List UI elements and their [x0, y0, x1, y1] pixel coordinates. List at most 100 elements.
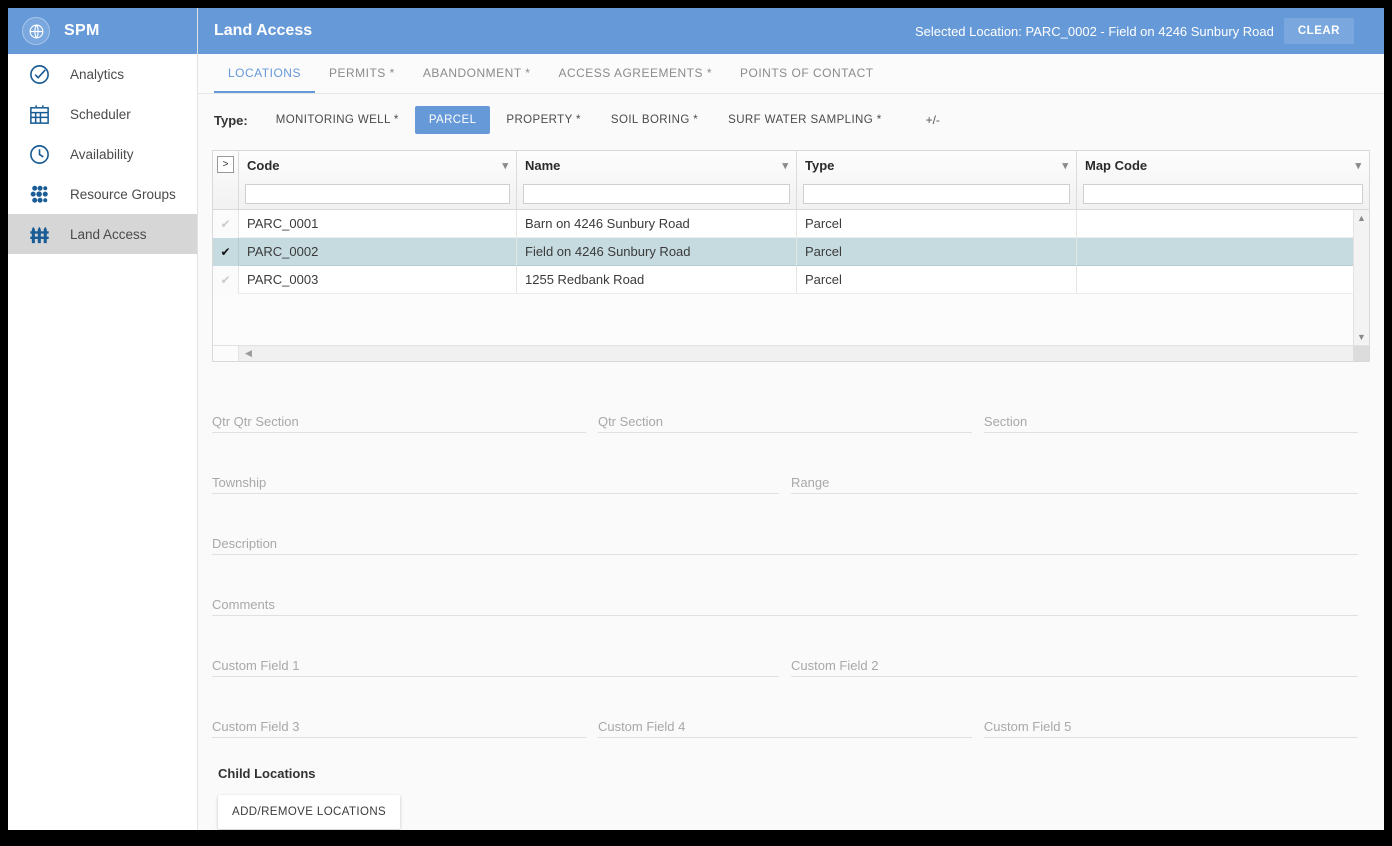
field-label: Qtr Qtr Section — [212, 414, 299, 429]
clear-button[interactable]: CLEAR — [1283, 18, 1354, 44]
filter-input-type[interactable] — [803, 184, 1070, 204]
field-range[interactable]: Range — [791, 451, 1370, 512]
grid-filter-cell — [239, 179, 516, 209]
grid-horizontal-scrollbar[interactable]: ◀ — [213, 345, 1369, 361]
brand-name: SPM — [64, 22, 100, 39]
grid-column-title[interactable]: Code ▾ — [239, 151, 516, 179]
tab-permits[interactable]: PERMITS * — [315, 54, 409, 93]
grid-vertical-scrollbar[interactable]: ▲ ▼ — [1353, 210, 1369, 345]
clock-icon — [26, 141, 52, 167]
scrollbar-corner-left — [213, 346, 239, 361]
cell-type: Parcel — [797, 266, 1077, 294]
page-header: Land Access Selected Location: PARC_0002… — [198, 8, 1384, 54]
tab-abandonment[interactable]: ABANDONMENT * — [409, 54, 545, 93]
cell-name: Field on 4246 Sunbury Road — [517, 238, 797, 266]
scroll-left-icon[interactable]: ◀ — [239, 348, 252, 359]
grid-column-title[interactable]: Type ▾ — [797, 151, 1076, 179]
form-row: Description — [212, 512, 1370, 573]
table-row[interactable]: ✔ PARC_0001 Barn on 4246 Sunbury Road Pa… — [213, 210, 1353, 238]
field-underline — [983, 737, 1358, 738]
field-underline — [212, 493, 779, 494]
chevron-down-icon[interactable]: ▾ — [502, 159, 508, 172]
field-custom-field-5[interactable]: Custom Field 5 — [983, 695, 1370, 756]
table-row[interactable]: ✔ PARC_0002 Field on 4246 Sunbury Road P… — [213, 238, 1353, 266]
type-button-parcel[interactable]: PARCEL — [414, 106, 491, 134]
form-row: Custom Field 3 Custom Field 4 Custom Fie… — [212, 695, 1370, 756]
field-custom-field-1[interactable]: Custom Field 1 — [212, 634, 791, 695]
main-content: Land Access Selected Location: PARC_0002… — [198, 8, 1384, 830]
sidebar-item-resource-groups[interactable]: Resource Groups — [8, 174, 197, 214]
sidebar-item-label: Resource Groups — [70, 186, 176, 202]
field-underline — [212, 432, 586, 433]
field-label: Comments — [212, 597, 275, 612]
grid-column-title[interactable]: Map Code ▾ — [1077, 151, 1369, 179]
field-custom-field-4[interactable]: Custom Field 4 — [597, 695, 984, 756]
sidebar-item-scheduler[interactable]: Scheduler — [8, 94, 197, 134]
cell-type: Parcel — [797, 238, 1077, 266]
scroll-up-icon[interactable]: ▲ — [1357, 213, 1366, 223]
cell-code: PARC_0001 — [239, 210, 517, 238]
field-label: Qtr Section — [597, 414, 663, 429]
filter-input-name[interactable] — [523, 184, 790, 204]
field-qtr-section[interactable]: Qtr Section — [597, 390, 984, 451]
expand-all-button[interactable]: > — [217, 156, 234, 173]
field-label: Custom Field 3 — [212, 719, 300, 734]
form-row: Comments — [212, 573, 1370, 634]
form-row: Township Range — [212, 451, 1370, 512]
tab-access-agreements[interactable]: ACCESS AGREEMENTS * — [544, 54, 726, 93]
row-select-checkmark[interactable]: ✔ — [213, 210, 239, 238]
field-section[interactable]: Section — [983, 390, 1370, 451]
cell-code: PARC_0002 — [239, 238, 517, 266]
cell-name: 1255 Redbank Road — [517, 266, 797, 294]
grid-column-label: Code — [247, 157, 280, 173]
sidebar-item-availability[interactable]: Availability — [8, 134, 197, 174]
row-select-checkmark[interactable]: ✔ — [213, 266, 239, 294]
sidebar-item-analytics[interactable]: Analytics — [8, 54, 197, 94]
add-remove-locations-button[interactable]: ADD/REMOVE LOCATIONS — [218, 795, 401, 829]
type-button-monitoring-well[interactable]: MONITORING WELL * — [262, 106, 413, 134]
sidebar-item-label: Analytics — [70, 66, 125, 82]
brand-header: SPM — [8, 8, 197, 54]
type-button-surf-water-sampling[interactable]: SURF WATER SAMPLING * — [714, 106, 895, 134]
add-remove-types-icon[interactable]: +/- — [926, 113, 940, 127]
grid-column-name: Name ▾ — [517, 151, 797, 209]
grid-header-row: > Code ▾ Name ▾ Type ▾ Map Code ▾ — [213, 151, 1369, 210]
filter-input-map-code[interactable] — [1083, 184, 1363, 204]
location-details-form: Qtr Qtr Section Qtr Section Section Town… — [198, 362, 1384, 830]
header-right-group: Selected Location: PARC_0002 - Field on … — [915, 18, 1370, 44]
filter-input-code[interactable] — [245, 184, 510, 204]
table-row[interactable]: ✔ PARC_0003 1255 Redbank Road Parcel — [213, 266, 1353, 294]
chevron-down-icon[interactable]: ▾ — [1062, 159, 1068, 172]
sidebar-item-land-access[interactable]: Land Access — [8, 214, 197, 254]
type-button-property[interactable]: PROPERTY * — [492, 106, 595, 134]
child-locations-title: Child Locations — [218, 766, 316, 781]
calendar-icon — [26, 101, 52, 127]
chevron-down-icon[interactable]: ▾ — [1355, 159, 1361, 172]
form-row: Custom Field 1 Custom Field 2 — [212, 634, 1370, 695]
grid-column-label: Type — [805, 157, 835, 173]
row-select-checkmark[interactable]: ✔ — [213, 238, 239, 266]
field-underline — [983, 432, 1358, 433]
field-underline — [791, 676, 1358, 677]
field-custom-field-2[interactable]: Custom Field 2 — [791, 634, 1370, 695]
chevron-down-icon[interactable]: ▾ — [782, 159, 788, 172]
field-comments[interactable]: Comments — [212, 573, 1370, 634]
field-qtr-qtr-section[interactable]: Qtr Qtr Section — [212, 390, 598, 451]
sidebar: SPM Analytics Scheduler Availability Res… — [8, 8, 198, 830]
tab-points-of-contact[interactable]: POINTS OF CONTACT — [726, 54, 888, 93]
field-custom-field-3[interactable]: Custom Field 3 — [212, 695, 598, 756]
type-button-soil-boring[interactable]: SOIL BORING * — [597, 106, 712, 134]
field-description[interactable]: Description — [212, 512, 1370, 573]
cell-type: Parcel — [797, 210, 1077, 238]
tab-locations[interactable]: LOCATIONS — [214, 54, 315, 93]
grid-column-title[interactable]: Name ▾ — [517, 151, 796, 179]
field-township[interactable]: Township — [212, 451, 791, 512]
form-row: Qtr Qtr Section Qtr Section Section — [212, 390, 1370, 451]
cell-code: PARC_0003 — [239, 266, 517, 294]
field-label: Range — [791, 475, 830, 490]
grid-body: ✔ PARC_0001 Barn on 4246 Sunbury Road Pa… — [213, 210, 1369, 345]
resource-groups-icon — [26, 181, 52, 207]
grid-column-label: Name — [525, 157, 561, 173]
field-label: Custom Field 2 — [791, 658, 879, 673]
scroll-down-icon[interactable]: ▼ — [1357, 332, 1366, 342]
